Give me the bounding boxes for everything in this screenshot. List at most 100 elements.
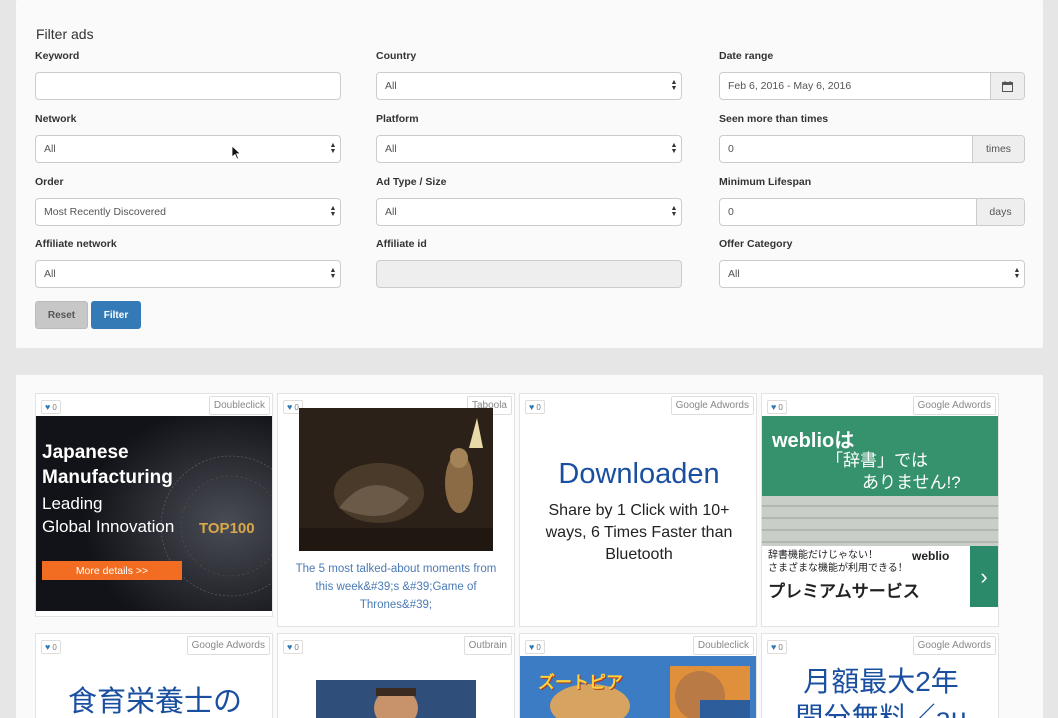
affiliate-id-label: Affiliate id	[376, 238, 427, 250]
ad-title: ズートピア	[538, 673, 623, 692]
network-badge: Google Adwords	[912, 636, 996, 655]
seen-label: Seen more than times	[719, 113, 829, 125]
days-addon: days	[976, 199, 1024, 225]
ad-card[interactable]: ♥ 0 Google Adwords Downloaden Share by 1 …	[519, 393, 757, 627]
ad-subtext: 辞書機能だけじゃない！ さまざまな機能が利用できる！	[768, 550, 908, 574]
like-button[interactable]: ♥ 0	[283, 640, 303, 654]
network-badge: Doubleclick	[208, 396, 270, 415]
affiliate-network-label: Affiliate network	[35, 238, 117, 250]
ad-card[interactable]: ♥ 0 Doubleclick Japanese Manufacturing Le…	[35, 393, 273, 617]
heart-icon: ♥	[771, 642, 777, 652]
lifespan-label: Minimum Lifespan	[719, 176, 812, 188]
ad-card[interactable]: ♥ 0 Outbrain	[277, 633, 515, 718]
ad-body: Share by 1 Click with 10+ ways, 6 Times …	[545, 502, 733, 563]
keyword-input[interactable]	[35, 72, 341, 100]
offer-category-field: Offer Category All ▲ ▼	[719, 238, 1025, 288]
like-button[interactable]: ♥ 0	[767, 400, 787, 414]
network-badge: Outbrain	[463, 636, 512, 655]
filter-panel: Filter ads Keyword Country All ▲ ▼ Date ra…	[16, 0, 1043, 348]
more-details-button[interactable]: More details >>	[42, 561, 182, 580]
chevron-right-icon[interactable]: ›	[970, 546, 998, 607]
ad-headline[interactable]: Downloaden	[520, 458, 756, 491]
like-button[interactable]: ♥ 0	[41, 640, 61, 654]
network-badge: Google Adwords	[186, 636, 270, 655]
date-range-input[interactable]: Feb 6, 2016 - May 6, 2016	[719, 72, 1025, 100]
ad-type-label: Ad Type / Size	[376, 176, 447, 188]
heart-icon: ♥	[529, 642, 535, 652]
keyword-field: Keyword	[35, 50, 341, 100]
select-arrows-icon: ▲ ▼	[670, 205, 678, 218]
keyword-label: Keyword	[35, 50, 80, 62]
ad-headline: Japanese Manufacturing	[42, 442, 173, 488]
ad-creative[interactable]: weblioは 「辞書」では ありません!? 辞書機能だけじゃない！ さまざまな…	[762, 416, 998, 607]
country-field: Country All ▲ ▼	[376, 50, 682, 100]
platform-field: Platform All ▲ ▼	[376, 113, 682, 163]
ad-type-field: Ad Type / Size All ▲ ▼	[376, 176, 682, 226]
times-addon: times	[972, 136, 1024, 162]
seen-input[interactable]: 0 times	[719, 135, 1025, 163]
mouse-cursor-icon	[232, 146, 242, 160]
heart-icon: ♥	[771, 402, 777, 412]
ad-card[interactable]: ♥ 0 Doubleclick ズートピア	[519, 633, 757, 718]
like-button[interactable]: ♥ 0	[525, 640, 545, 654]
seen-field: Seen more than times 0 times	[719, 113, 1025, 163]
select-arrows-icon: ▲ ▼	[670, 79, 678, 92]
ad-image[interactable]	[299, 408, 493, 551]
network-field: Network All ▲ ▼	[35, 113, 341, 163]
like-button[interactable]: ♥ 0	[525, 400, 545, 414]
top100-badge: TOP100	[199, 520, 255, 537]
calendar-icon[interactable]	[990, 73, 1024, 99]
affiliate-id-input[interactable]	[376, 260, 682, 288]
ad-card[interactable]: ♥ 0 Google Adwords weblioは 「辞書」では ありません!?…	[761, 393, 999, 627]
country-select[interactable]: All ▲ ▼	[376, 72, 682, 100]
select-arrows-icon: ▲ ▼	[670, 142, 678, 155]
dictionary-page-graphic	[762, 496, 998, 546]
reset-button[interactable]: Reset	[35, 301, 88, 329]
network-badge: Google Adwords	[912, 396, 996, 415]
platform-select[interactable]: All ▲ ▼	[376, 135, 682, 163]
ad-image[interactable]	[316, 680, 476, 718]
ad-card[interactable]: ♥ 0 Taboola The 5 most talked-about momen…	[277, 393, 515, 627]
ad-headline[interactable]: 食育栄養士の	[36, 678, 272, 718]
date-range-field: Date range Feb 6, 2016 - May 6, 2016	[719, 50, 1025, 100]
heart-icon: ♥	[45, 642, 51, 652]
network-label: Network	[35, 113, 77, 125]
like-button[interactable]: ♥ 0	[41, 400, 61, 414]
order-field: Order Most Recently Discovered ▲ ▼	[35, 176, 341, 226]
heart-icon: ♥	[529, 402, 535, 412]
ad-headline[interactable]: 月額最大2年 間分無料／au	[762, 664, 998, 718]
platform-label: Platform	[376, 113, 419, 125]
lifespan-field: Minimum Lifespan 0 days	[719, 176, 1025, 226]
network-badge: Doubleclick	[692, 636, 754, 655]
ad-subheadline: Leading Global Innovation	[42, 494, 175, 536]
offer-category-label: Offer Category	[719, 238, 793, 250]
ad-type-select[interactable]: All ▲ ▼	[376, 198, 682, 226]
affiliate-id-field: Affiliate id	[376, 238, 682, 288]
date-range-label: Date range	[719, 50, 774, 62]
ad-caption[interactable]: The 5 most talked-about moments from thi…	[292, 560, 500, 614]
heart-icon: ♥	[45, 402, 51, 412]
select-arrows-icon: ▲ ▼	[329, 205, 337, 218]
select-arrows-icon: ▲ ▼	[329, 267, 337, 280]
ad-card[interactable]: ♥ 0 Google Adwords 食育栄養士の	[35, 633, 273, 718]
affiliate-network-select[interactable]: All ▲ ▼	[35, 260, 341, 288]
like-button[interactable]: ♥ 0	[767, 640, 787, 654]
network-badge: Google Adwords	[670, 396, 754, 415]
filter-button[interactable]: Filter	[91, 301, 141, 329]
network-select[interactable]: All ▲ ▼	[35, 135, 341, 163]
order-select[interactable]: Most Recently Discovered ▲ ▼	[35, 198, 341, 226]
select-arrows-icon: ▲ ▼	[329, 142, 337, 155]
select-arrows-icon: ▲ ▼	[1013, 267, 1021, 280]
country-label: Country	[376, 50, 417, 62]
premium-cta[interactable]: プレミアムサービス	[768, 577, 920, 602]
order-label: Order	[35, 176, 64, 188]
heart-icon: ♥	[287, 402, 293, 412]
lifespan-input[interactable]: 0 days	[719, 198, 1025, 226]
offer-category-select[interactable]: All ▲ ▼	[719, 260, 1025, 288]
ad-creative[interactable]: Japanese Manufacturing Leading Global In…	[36, 416, 272, 611]
ad-card[interactable]: ♥ 0 Google Adwords 月額最大2年 間分無料／au	[761, 633, 999, 718]
heart-icon: ♥	[287, 642, 293, 652]
filter-title: Filter ads	[36, 26, 94, 42]
affiliate-network-field: Affiliate network All ▲ ▼	[35, 238, 341, 288]
weblio-logo: weblio	[912, 549, 950, 563]
